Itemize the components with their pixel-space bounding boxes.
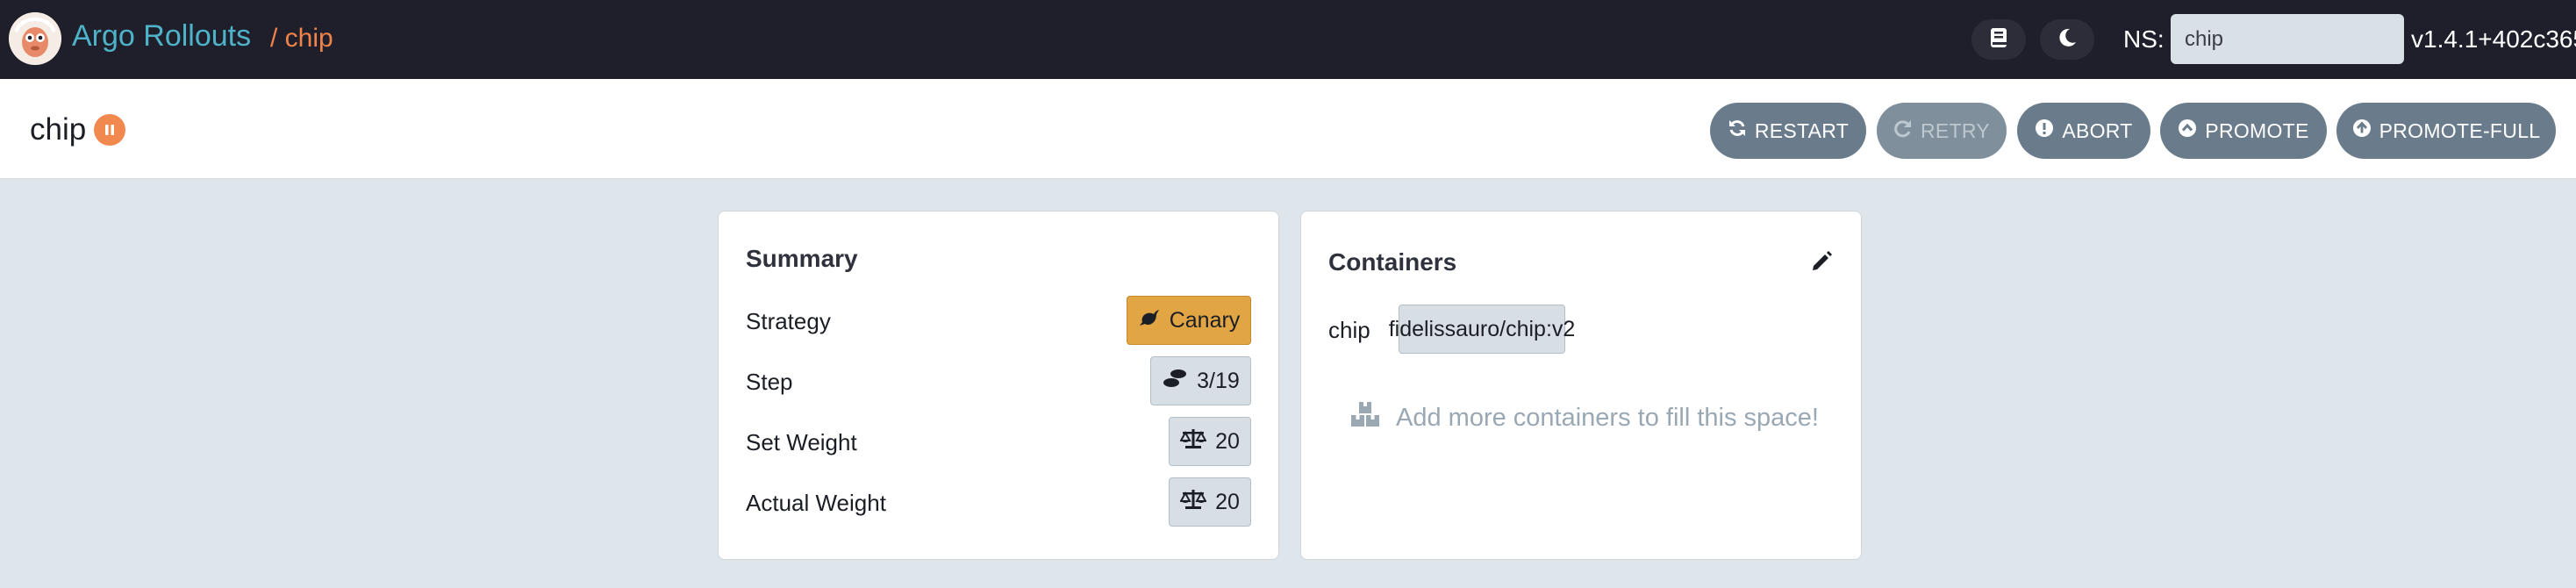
refresh-icon (1728, 118, 1747, 143)
step-chip: 3/19 (1150, 356, 1251, 405)
promote-label: PROMOTE (2205, 118, 2309, 142)
retry-label: RETRY (1920, 118, 1991, 142)
chevron-circle-up-icon (2178, 118, 2197, 143)
actual-weight-label: Actual Weight (746, 490, 886, 516)
set-weight-value: 20 (1215, 428, 1240, 454)
actual-weight-chip: 20 (1169, 477, 1251, 527)
redo-icon (1893, 118, 1913, 143)
promote-button[interactable]: PROMOTE (2160, 103, 2327, 159)
strategy-chip: Canary (1127, 296, 1251, 345)
restart-label: RESTART (1754, 118, 1850, 142)
restart-button[interactable]: RESTART (1710, 103, 1866, 159)
set-weight-label: Set Weight (746, 429, 857, 455)
docs-button[interactable] (1971, 19, 2026, 60)
exclamation-circle-icon (2035, 118, 2054, 143)
pause-icon (94, 114, 125, 146)
empty-containers-message: Add more containers to fill this space! (1396, 403, 1819, 432)
summary-card: Summary Strategy Canary Step 3/19 Set We… (718, 211, 1279, 560)
namespace-input[interactable] (2171, 14, 2404, 64)
strategy-value: Canary (1169, 307, 1241, 333)
rollout-header: chip RESTART RETRY ABORT PROMOTE PROMOTE… (0, 79, 2576, 179)
container-image: fidelissauro/chip:v2 (1388, 316, 1576, 341)
arrow-circle-up-icon (2352, 118, 2372, 143)
namespace-label: NS: (2123, 25, 2165, 53)
container-image-chip[interactable]: fidelissauro/chip:v2 (1389, 305, 1575, 354)
version-label: v1.4.1+402c365 (2411, 25, 2576, 53)
retry-button[interactable]: RETRY (1877, 103, 2007, 159)
rollout-name: chip (30, 112, 87, 147)
balance-scale-icon (1179, 427, 1207, 456)
set-weight-chip: 20 (1169, 417, 1251, 466)
container-name: chip (1328, 317, 1370, 343)
shoe-prints-icon (1162, 368, 1188, 395)
balance-scale-icon (1179, 488, 1207, 517)
actual-weight-value: 20 (1215, 489, 1240, 514)
empty-containers-note: Add more containers to fill this space! (1350, 401, 1819, 434)
bird-icon (1138, 307, 1161, 334)
step-value: 3/19 (1197, 368, 1240, 393)
pencil-icon[interactable] (1810, 250, 1833, 277)
moon-icon (2057, 27, 2078, 53)
abort-button[interactable]: ABORT (2017, 103, 2150, 159)
strategy-label: Strategy (746, 308, 831, 334)
promote-full-label: PROMOTE-FULL (2379, 118, 2541, 142)
summary-title: Summary (746, 245, 858, 272)
app-title[interactable]: Argo Rollouts (72, 19, 251, 54)
step-label: Step (746, 369, 793, 395)
book-icon (1989, 27, 2008, 53)
abort-label: ABORT (2062, 118, 2133, 142)
promote-full-button[interactable]: PROMOTE-FULL (2336, 103, 2556, 159)
boxes-icon (1350, 401, 1380, 434)
containers-card: Containers chip fidelissauro/chip:v2 Add… (1300, 211, 1862, 560)
containers-title: Containers (1328, 248, 1457, 276)
breadcrumb[interactable]: / chip (270, 24, 333, 54)
argo-logo[interactable] (9, 12, 61, 65)
theme-toggle-button[interactable] (2040, 19, 2094, 60)
top-bar: Argo Rollouts / chip NS: v1.4.1+402c365 (0, 0, 2576, 79)
